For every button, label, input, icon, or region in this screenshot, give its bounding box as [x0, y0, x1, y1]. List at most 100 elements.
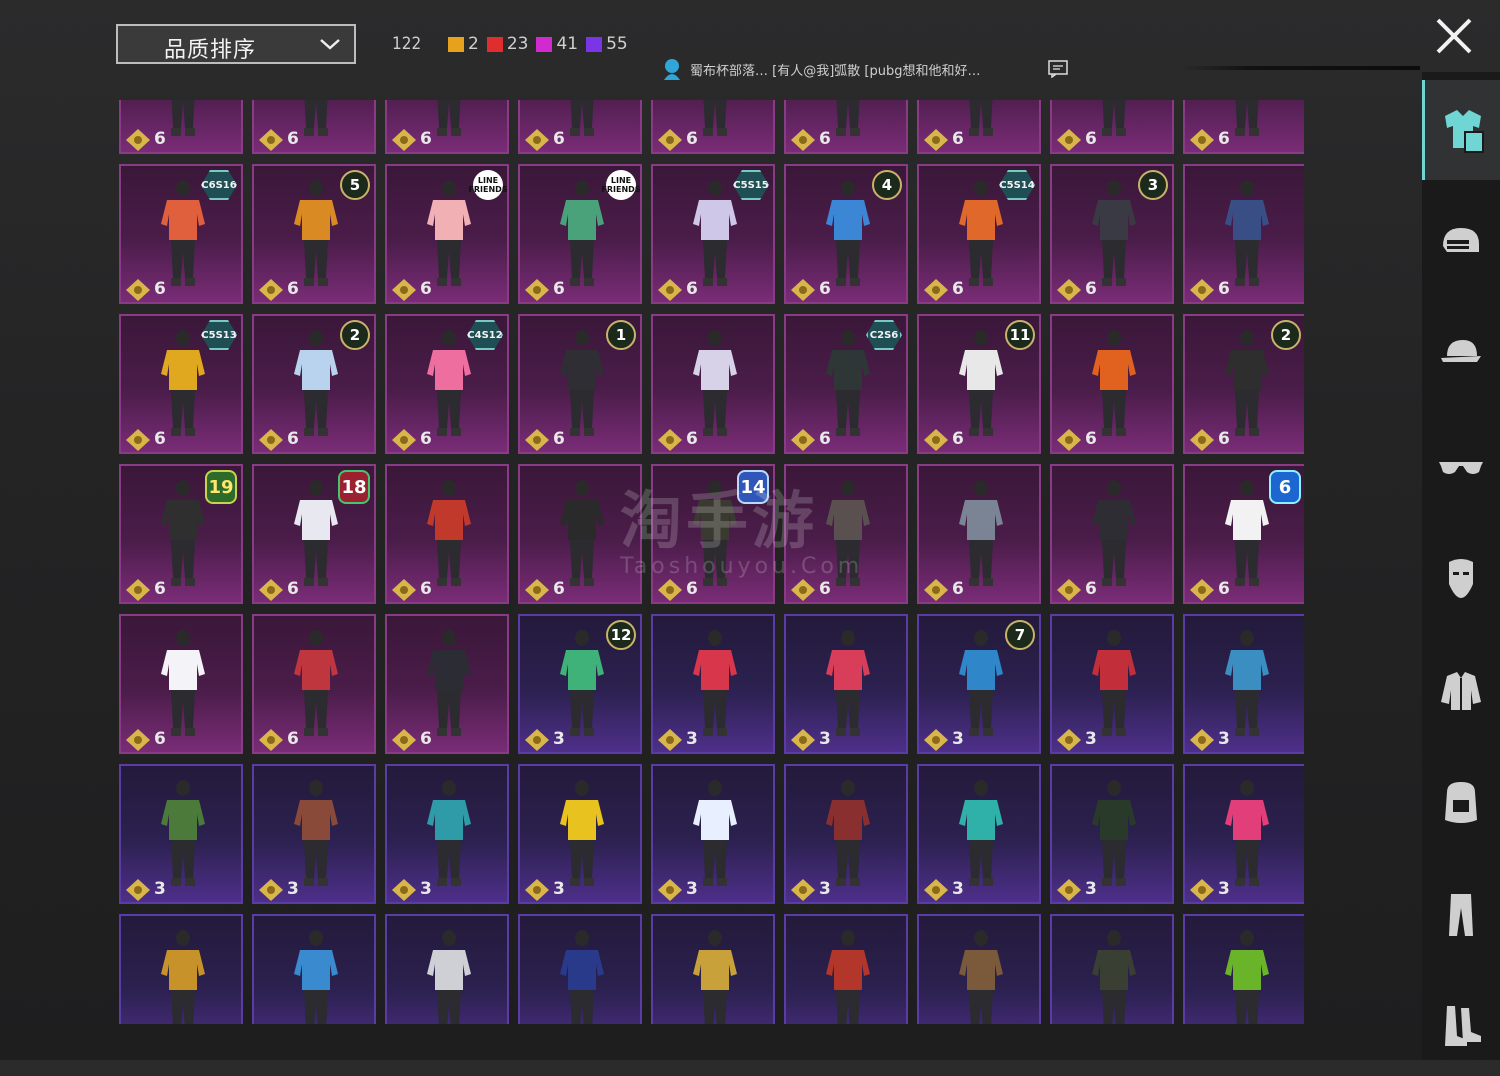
- outfit-value: 3: [952, 879, 964, 899]
- outfit-card[interactable]: 6 19: [119, 464, 243, 604]
- sidebar-item-backpack[interactable]: [1422, 752, 1500, 852]
- outfit-figure: [959, 930, 1003, 1024]
- outfit-card[interactable]: 3: [1183, 914, 1304, 1024]
- outfit-card[interactable]: 6: [252, 100, 376, 154]
- outfit-value: 6: [1085, 279, 1097, 299]
- outfit-card[interactable]: 6: [1050, 464, 1174, 604]
- outfit-card[interactable]: 6 11: [917, 314, 1041, 454]
- outfit-card[interactable]: 3: [917, 764, 1041, 904]
- outfit-card[interactable]: 6: [784, 464, 908, 604]
- outfit-card[interactable]: 3: [385, 914, 509, 1024]
- sidebar-item-outfit[interactable]: [1422, 80, 1500, 180]
- sidebar-item-jacket[interactable]: [1422, 640, 1500, 740]
- outfit-card[interactable]: 6 LINE FRIENDS: [518, 164, 642, 304]
- sidebar-item-helmet[interactable]: [1422, 192, 1500, 292]
- outfit-card[interactable]: 6: [1050, 100, 1174, 154]
- outfit-card[interactable]: 3: [252, 764, 376, 904]
- outfit-card[interactable]: 3: [518, 764, 642, 904]
- outfit-value: 6: [1085, 129, 1097, 149]
- outfit-card[interactable]: 3: [784, 914, 908, 1024]
- outfit-card[interactable]: 6 18: [252, 464, 376, 604]
- chat-preview[interactable]: 蜀布杯部落… [有人@我]弧散 [pubg想和他和好…: [662, 58, 980, 80]
- outfit-card[interactable]: 6: [917, 100, 1041, 154]
- sidebar-item-pants[interactable]: [1422, 864, 1500, 964]
- coin-icon: [924, 579, 948, 601]
- sort-dropdown[interactable]: 品质排序: [116, 24, 356, 64]
- outfit-value: 3: [686, 879, 698, 899]
- outfit-value: 3: [1085, 729, 1097, 749]
- outfit-card[interactable]: 3: [1050, 614, 1174, 754]
- outfit-card[interactable]: 3: [518, 914, 642, 1024]
- coin-icon: [392, 579, 416, 601]
- outfit-card[interactable]: 61: [518, 314, 642, 454]
- outfit-card[interactable]: 63: [1050, 164, 1174, 304]
- outfit-card[interactable]: 62: [252, 314, 376, 454]
- outfit-card[interactable]: 6: [1183, 164, 1304, 304]
- outfit-card[interactable]: 3: [651, 764, 775, 904]
- coin-icon: [126, 729, 150, 751]
- outfit-card[interactable]: 3: [1183, 764, 1304, 904]
- outfit-card[interactable]: 6 C2S6: [784, 314, 908, 454]
- sidebar-item-shoes[interactable]: [1422, 976, 1500, 1076]
- outfit-card[interactable]: 6: [917, 464, 1041, 604]
- outfit-card[interactable]: 3: [784, 764, 908, 904]
- outfit-card[interactable]: 6 C4S12: [385, 314, 509, 454]
- outfit-card[interactable]: 65: [252, 164, 376, 304]
- outfit-card[interactable]: 3: [651, 614, 775, 754]
- outfit-card[interactable]: 6: [385, 464, 509, 604]
- coin-icon: [525, 729, 549, 751]
- outfit-card[interactable]: 6: [784, 100, 908, 154]
- coin-icon: [525, 429, 549, 451]
- outfit-card[interactable]: 3: [917, 914, 1041, 1024]
- outfit-card[interactable]: 3: [1050, 764, 1174, 904]
- close-icon[interactable]: [1434, 16, 1474, 56]
- outfit-value: 6: [819, 279, 831, 299]
- coin-icon: [1057, 279, 1081, 301]
- mask-icon: [1449, 559, 1473, 598]
- coin-icon: [1190, 429, 1214, 451]
- outfit-card[interactable]: 6: [252, 614, 376, 754]
- outfit-card[interactable]: 6: [119, 614, 243, 754]
- outfit-card[interactable]: 3: [252, 914, 376, 1024]
- season-badge: 18: [338, 470, 370, 504]
- outfit-card[interactable]: 6: [518, 100, 642, 154]
- outfit-card[interactable]: 6 C6S16: [119, 164, 243, 304]
- outfit-card[interactable]: 6: [1050, 314, 1174, 454]
- coin-icon: [791, 429, 815, 451]
- outfit-card[interactable]: 6 C5S15: [651, 164, 775, 304]
- outfit-card[interactable]: 3: [651, 914, 775, 1024]
- outfit-card[interactable]: 62: [1183, 314, 1304, 454]
- outfit-card[interactable]: 66: [1183, 464, 1304, 604]
- outfit-card[interactable]: 6 C5S14: [917, 164, 1041, 304]
- outfit-card[interactable]: 6: [651, 314, 775, 454]
- outfit-value: 6: [154, 129, 166, 149]
- sidebar-item-cap[interactable]: [1422, 304, 1500, 404]
- coin-icon: [259, 579, 283, 601]
- outfit-card[interactable]: 6: [1183, 100, 1304, 154]
- outfit-card[interactable]: 3: [119, 764, 243, 904]
- outfit-card[interactable]: 6 14: [651, 464, 775, 604]
- outfit-card[interactable]: 6: [518, 464, 642, 604]
- sidebar-item-glasses[interactable]: [1422, 416, 1500, 516]
- chat-icon[interactable]: [1048, 60, 1068, 78]
- outfit-card[interactable]: 6: [119, 100, 243, 154]
- shoes-icon: [1445, 1006, 1481, 1046]
- coin-icon: [525, 129, 549, 151]
- outfit-card[interactable]: 6: [651, 100, 775, 154]
- outfit-card[interactable]: 64: [784, 164, 908, 304]
- outfit-card[interactable]: 6 C5S13: [119, 314, 243, 454]
- outfit-card[interactable]: 3: [1183, 614, 1304, 754]
- sidebar-item-mask[interactable]: [1422, 528, 1500, 628]
- outfit-card[interactable]: 3: [385, 764, 509, 904]
- outfit-card[interactable]: 37: [917, 614, 1041, 754]
- outfit-card[interactable]: 3: [784, 614, 908, 754]
- coin-icon: [392, 879, 416, 901]
- outfit-card[interactable]: 3: [1050, 914, 1174, 1024]
- outfit-card[interactable]: 3: [119, 914, 243, 1024]
- outfit-card[interactable]: 6: [385, 614, 509, 754]
- outfit-card[interactable]: 6: [385, 100, 509, 154]
- outfit-card[interactable]: 6 LINE FRIENDS: [385, 164, 509, 304]
- coin-icon: [1057, 879, 1081, 901]
- outfit-value: 6: [154, 729, 166, 749]
- outfit-card[interactable]: 3 12: [518, 614, 642, 754]
